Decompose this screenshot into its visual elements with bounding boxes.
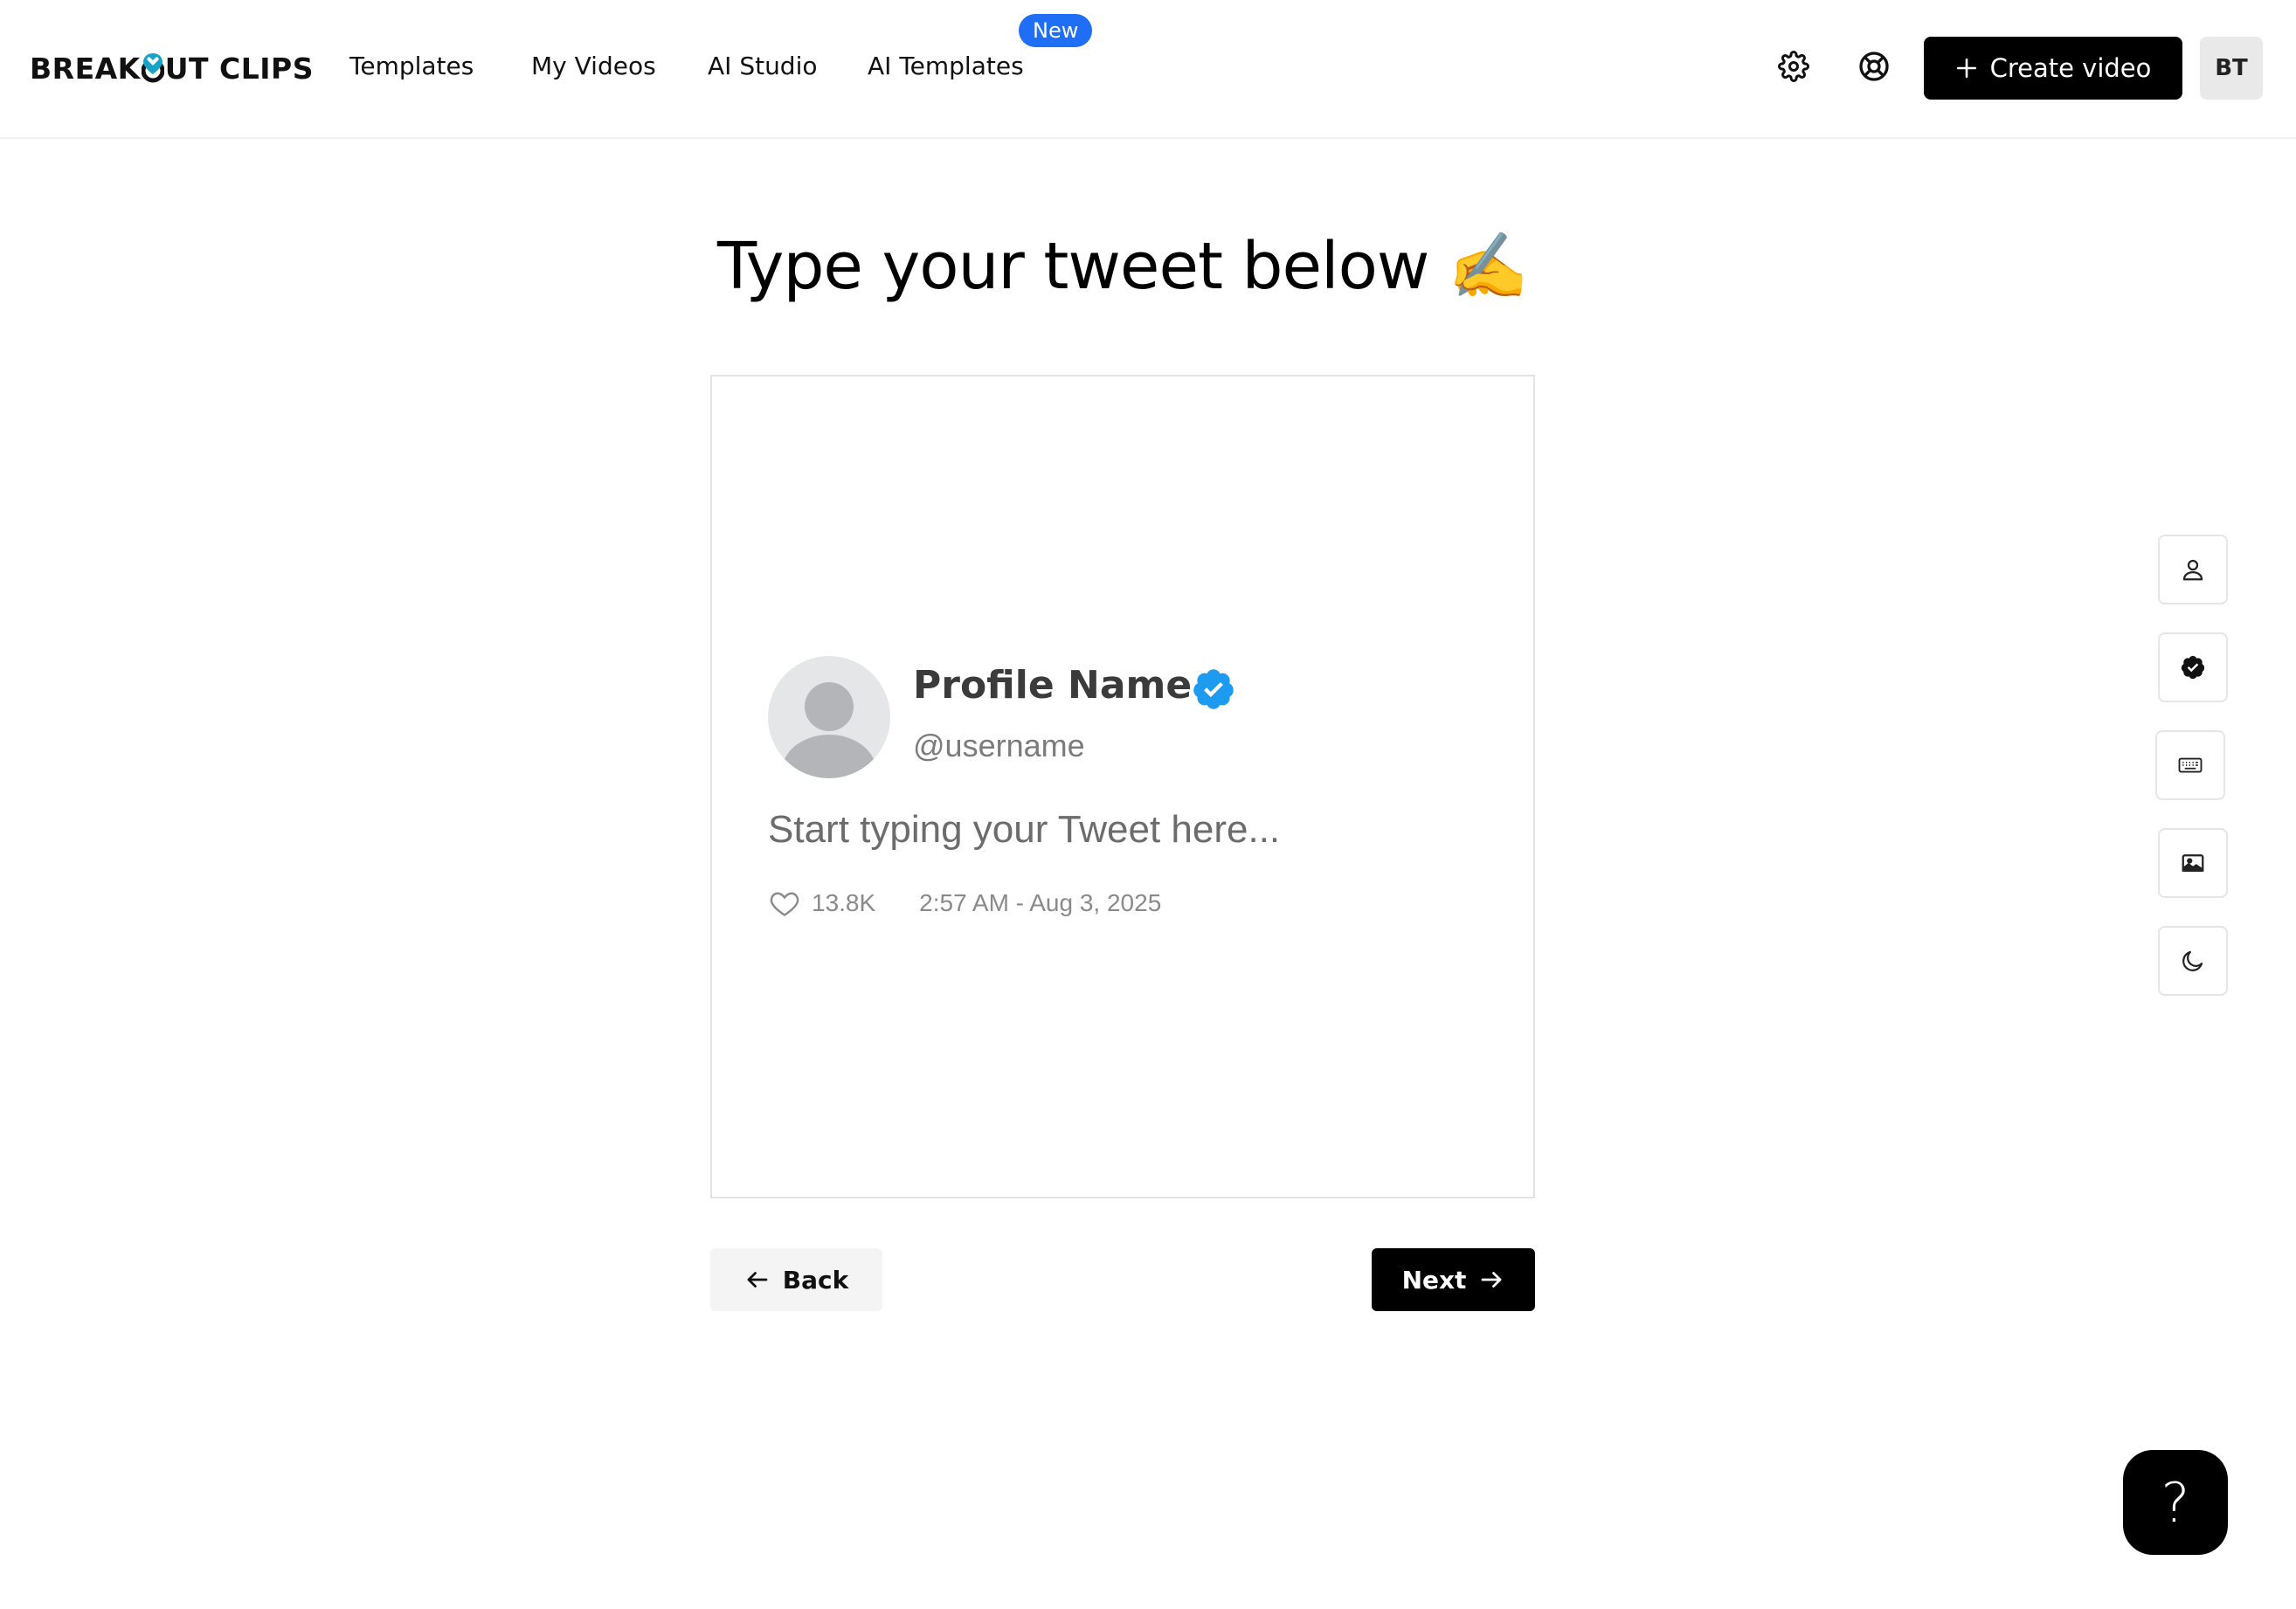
verified-badge-icon: [1193, 669, 1234, 709]
support-lifebuoy-icon[interactable]: [1856, 48, 1892, 85]
moon-icon: [2182, 950, 2203, 971]
create-video-button[interactable]: Create video: [1924, 37, 2182, 100]
nav-ai-studio[interactable]: AI Studio: [708, 52, 818, 80]
profile-avatar[interactable]: [768, 656, 890, 778]
arrow-right-icon: [1482, 1272, 1502, 1288]
profile-settings-button[interactable]: [2158, 535, 2228, 604]
tweet-preview-canvas: Profile Name @username Start typing your…: [710, 375, 1535, 1198]
new-badge: New: [1019, 14, 1093, 47]
username[interactable]: @username: [913, 728, 1085, 764]
create-video-label: Create video: [1989, 53, 2152, 83]
verified-badge-icon: [2181, 655, 2205, 680]
logo-pin-icon: [141, 53, 165, 83]
keyboard-icon: [2178, 757, 2203, 773]
user-avatar-button[interactable]: BT: [2200, 37, 2263, 100]
user-icon: [2182, 559, 2203, 581]
add-image-button[interactable]: [2158, 828, 2228, 898]
back-label: Back: [782, 1265, 849, 1295]
breakout-clips-logo[interactable]: BREAK UT CLIPS: [30, 49, 314, 87]
heart-icon[interactable]: [768, 887, 801, 919]
tweet-meta: 13.8K 2:57 AM - Aug 3, 2025: [768, 887, 1161, 919]
profile-name[interactable]: Profile Name: [913, 663, 1192, 708]
settings-gear-icon[interactable]: [1775, 48, 1812, 85]
likes-count[interactable]: 13.8K: [812, 889, 875, 917]
nav-templates[interactable]: Templates: [349, 52, 474, 80]
help-chat-button[interactable]: ?: [2123, 1450, 2228, 1555]
page-title: Type your tweet below ✍️: [716, 229, 1529, 304]
image-icon: [2182, 854, 2204, 872]
next-button[interactable]: Next: [1372, 1248, 1535, 1311]
arrow-left-icon: [747, 1272, 768, 1288]
text-edit-button[interactable]: [2155, 730, 2225, 800]
nav-ai-templates[interactable]: AI Templates: [868, 52, 1024, 80]
logo-text-left: BREAK: [30, 51, 141, 86]
verified-toggle-button[interactable]: [2158, 632, 2228, 702]
tweet-timestamp[interactable]: 2:57 AM - Aug 3, 2025: [919, 889, 1161, 917]
plus-icon: [1956, 58, 1976, 79]
tweet-text-input[interactable]: Start typing your Tweet here...: [768, 808, 1280, 852]
dark-mode-toggle[interactable]: [2158, 926, 2228, 996]
nav-my-videos[interactable]: My Videos: [531, 52, 656, 80]
back-button[interactable]: Back: [710, 1248, 882, 1311]
next-label: Next: [1401, 1265, 1467, 1295]
top-navigation-bar: BREAK UT CLIPS Templates My Videos AI St…: [0, 0, 2296, 139]
logo-text-right: UT CLIPS: [164, 51, 314, 86]
